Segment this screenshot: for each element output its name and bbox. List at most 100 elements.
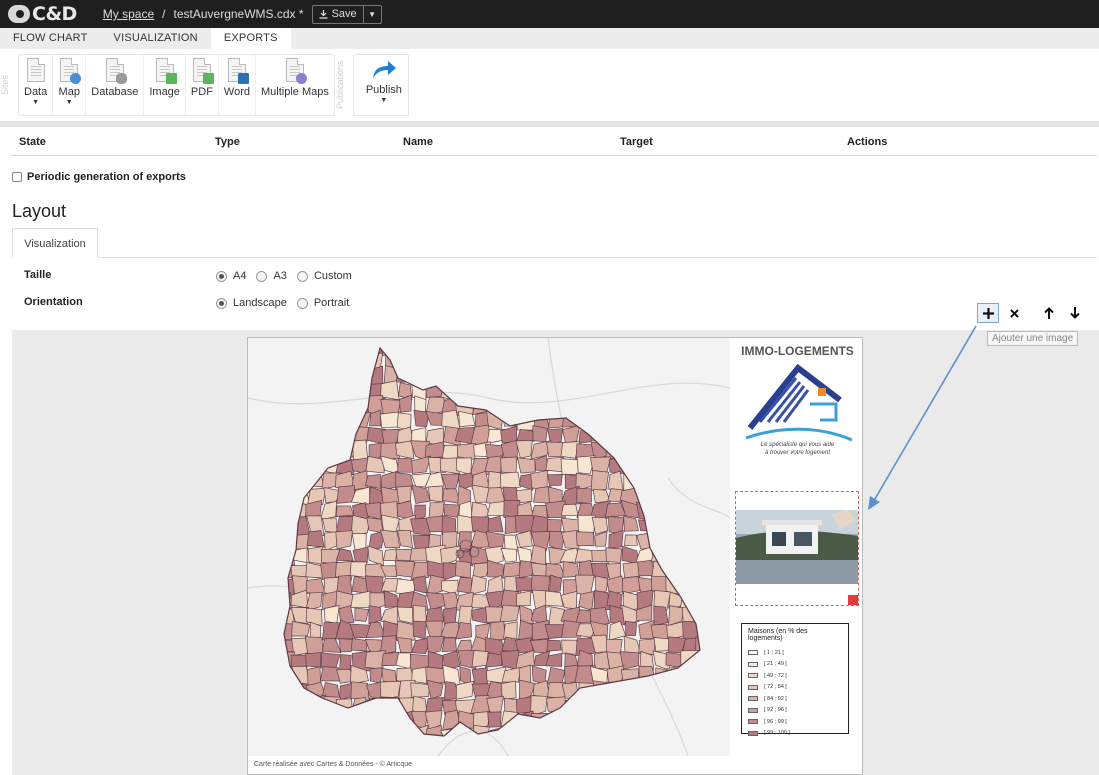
orientation-portrait-label: Portrait (313, 297, 350, 309)
ribbon-database-button[interactable]: Database (86, 55, 145, 115)
selected-image-frame[interactable] (735, 491, 859, 606)
pdf-doc-icon (191, 58, 214, 84)
ribbon-map-button[interactable]: Map ▼ (53, 55, 87, 115)
layout-title: Layout (12, 201, 67, 221)
commune-cell (284, 726, 295, 736)
file-name: testAuvergneWMS.cdx * (173, 7, 304, 21)
commune-cell (532, 365, 552, 386)
orientation-portrait-radio[interactable] (296, 297, 308, 309)
commune-cell (276, 740, 292, 756)
commune-cell (321, 517, 338, 533)
commune-cell (456, 442, 476, 461)
tab-layout-visualization[interactable]: Visualization (12, 228, 98, 258)
legend-title: Maisons (en % des logements) (748, 628, 808, 642)
commune-cell (620, 348, 641, 357)
commune-cell (454, 350, 472, 369)
commune-cell (665, 412, 682, 429)
save-dropdown-chevron-icon[interactable]: ▼ (362, 5, 381, 23)
tab-visualization[interactable]: VISUALIZATION (101, 28, 211, 49)
tab-exports[interactable]: EXPORTS (210, 28, 291, 49)
ribbon-divider (0, 121, 1099, 127)
choropleth-map[interactable] (248, 338, 730, 756)
commune-cell (289, 681, 311, 700)
commune-cell (726, 365, 730, 385)
commune-cell (619, 727, 642, 736)
taille-a3-label: A3 (273, 270, 287, 282)
commune-cell (561, 639, 579, 655)
commune-cell (470, 351, 491, 368)
ribbon-image-button[interactable]: Image (144, 55, 186, 115)
commune-cell (289, 351, 309, 372)
map-communes (248, 348, 730, 756)
commune-cell (261, 654, 276, 670)
ribbon-word-button[interactable]: Word (219, 55, 257, 115)
commune-cell (456, 348, 475, 355)
commune-cell (323, 426, 338, 447)
commune-cell (284, 699, 295, 715)
legend-item: [ 49 ; 72 [ (748, 670, 842, 682)
taille-a3-radio[interactable] (256, 270, 268, 282)
periodic-generation-checkbox[interactable] (12, 172, 22, 182)
commune-cell (248, 621, 264, 641)
save-button[interactable]: Save (313, 6, 363, 23)
commune-cell (366, 742, 384, 756)
commune-cell (249, 385, 266, 397)
ribbon-pdf-button[interactable]: PDF (186, 55, 219, 115)
commune-cell (680, 742, 700, 756)
commune-cell (683, 544, 700, 564)
commune-cell (711, 351, 728, 371)
house-photo (736, 510, 858, 584)
commune-cell (517, 725, 535, 736)
commune-cell (623, 515, 639, 532)
breadcrumb-my-space-link[interactable]: My space (103, 7, 154, 21)
taille-custom-radio[interactable] (296, 270, 308, 282)
ribbon-data-button[interactable]: Data ▼ (19, 55, 54, 115)
image-doc-icon (154, 58, 177, 84)
taille-a4-radio[interactable] (216, 270, 227, 282)
ribbon-multiple-maps-button[interactable]: Multiple Maps (256, 55, 334, 115)
commune-cell (284, 679, 294, 700)
commune-cell (487, 348, 505, 355)
commune-cell (728, 382, 730, 397)
commune-cell (561, 424, 581, 444)
commune-cell (548, 606, 565, 627)
commune-cell (653, 500, 671, 520)
commune-cell (636, 427, 657, 446)
resize-handle[interactable] (848, 595, 858, 605)
ribbon-publish-button[interactable]: Publish ▼ (360, 55, 408, 115)
commune-cell (592, 367, 611, 381)
commune-cell (323, 605, 340, 624)
commune-cell (574, 353, 596, 369)
commune-cell (352, 439, 369, 461)
commune-cell (607, 414, 624, 427)
commune-cell (682, 667, 697, 682)
commune-cell (284, 348, 297, 354)
commune-cell (306, 425, 326, 446)
app-logo[interactable]: C&D (8, 3, 77, 25)
orientation-radio-group: Landscape Portrait (216, 297, 359, 309)
commune-cell (727, 397, 730, 416)
commune-cell (637, 711, 656, 729)
commune-cell (622, 711, 639, 731)
commune-cell (698, 454, 700, 476)
commune-cell (696, 348, 700, 357)
move-down-button[interactable] (1064, 303, 1086, 323)
commune-cell (289, 695, 311, 713)
commune-cell (248, 501, 263, 521)
commune-cell (248, 352, 266, 370)
commune-cell (653, 605, 669, 626)
commune-cell (576, 531, 595, 547)
remove-button[interactable] (1003, 303, 1025, 323)
commune-cell (454, 394, 475, 415)
orientation-landscape-radio[interactable] (216, 297, 227, 309)
tab-flow-chart[interactable]: FLOW CHART (0, 28, 101, 49)
move-up-button[interactable] (1038, 303, 1060, 323)
word-doc-icon (226, 58, 249, 84)
commune-cell (650, 350, 670, 371)
commune-cell (284, 712, 296, 729)
commune-cell (473, 724, 490, 736)
commune-cell (727, 651, 730, 670)
commune-cell (530, 727, 551, 736)
commune-cell (725, 606, 730, 623)
commune-cell (351, 711, 369, 731)
